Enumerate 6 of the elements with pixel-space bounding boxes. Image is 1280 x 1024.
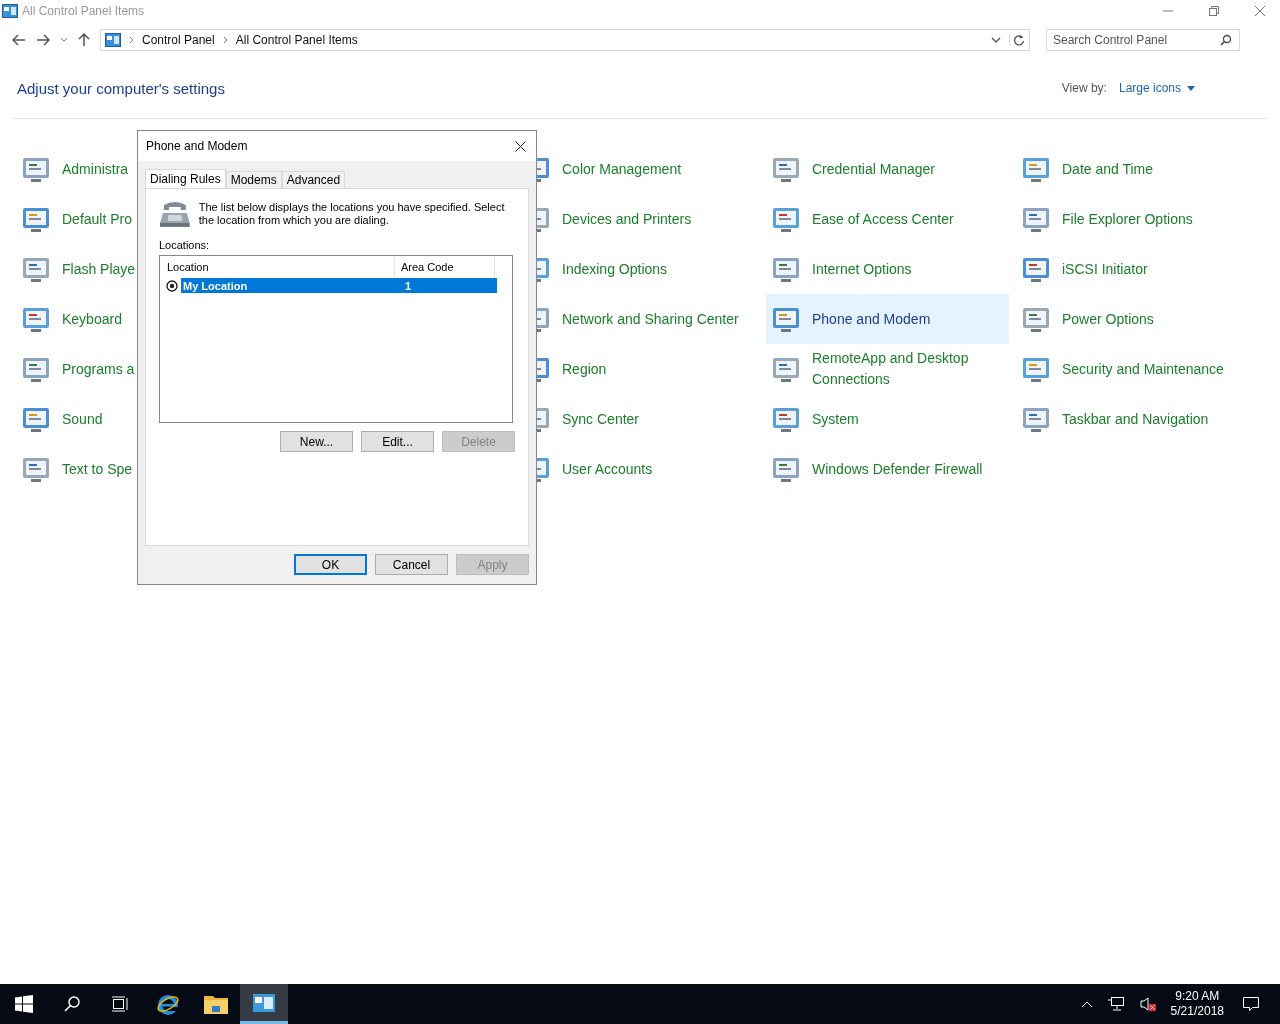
locations-label: Locations:: [159, 239, 211, 251]
view-by-label: View by:: [1061, 81, 1107, 95]
window-title: All Control Panel Items: [22, 4, 145, 18]
description-text: The list below displays the locations you have specified. Select the location from which you are dialing.: [198, 201, 506, 227]
page-heading: Adjust your computer's settings: [17, 79, 225, 97]
dialog-title: Phone and Modem: [146, 139, 248, 153]
